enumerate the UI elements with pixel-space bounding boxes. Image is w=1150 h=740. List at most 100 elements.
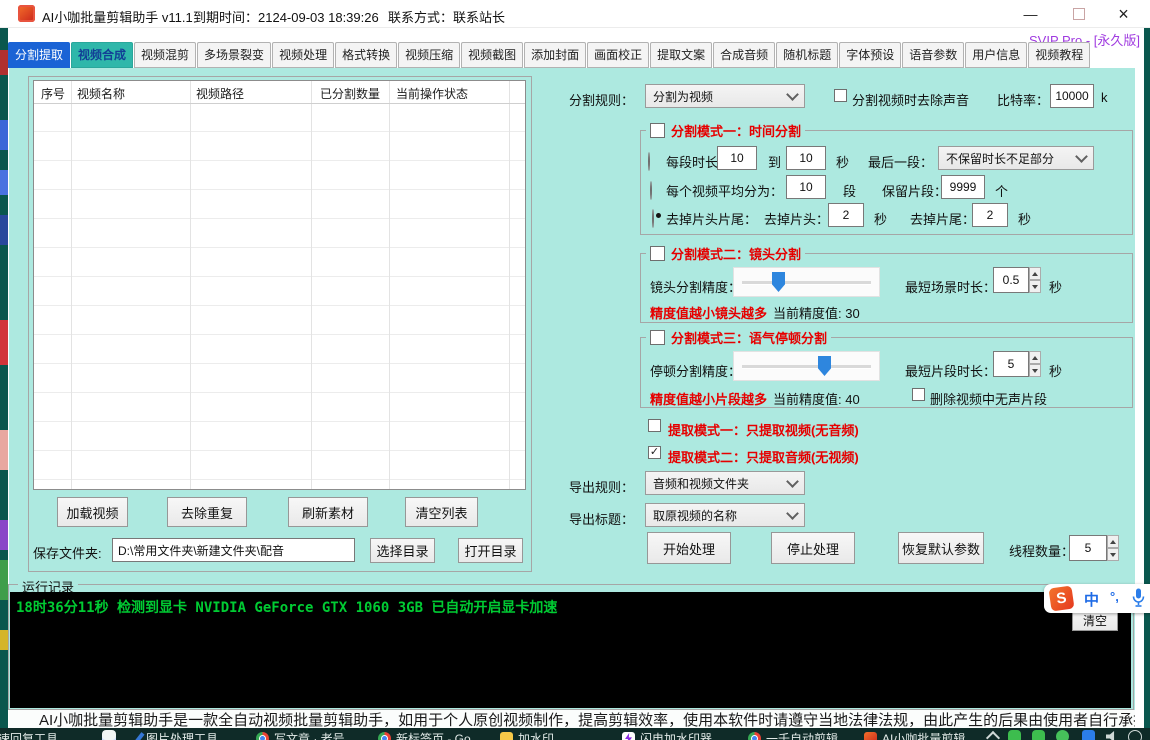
mute-checkbox[interactable]: [834, 89, 847, 102]
tab-multiscene[interactable]: 多场景裂变: [197, 42, 271, 68]
min-scene-sec: 秒: [1049, 277, 1062, 296]
slider-thumb[interactable]: [772, 272, 785, 292]
mode3-checkbox[interactable]: [650, 330, 665, 345]
expire-time: 到期时间：2124-09-03 18:39:26: [193, 7, 379, 26]
slider-track: [742, 365, 871, 369]
threads-input[interactable]: 5: [1069, 535, 1107, 561]
export-title-select[interactable]: 取原视频的名称: [645, 503, 805, 527]
tab-compose-audio[interactable]: 合成音频: [713, 42, 775, 68]
tab-add-cover[interactable]: 添加封面: [524, 42, 586, 68]
sogou-logo-icon[interactable]: S: [1049, 586, 1075, 612]
maximize-button[interactable]: [1056, 0, 1101, 28]
taskbar-item-lightning-watermark[interactable]: 闪电加水印器: [622, 730, 712, 740]
ime-punct-toggle[interactable]: °,: [1110, 589, 1119, 604]
min-clip-spin-up[interactable]: [1029, 351, 1041, 364]
tab-video-process[interactable]: 视频处理: [272, 42, 334, 68]
trim-radio[interactable]: [652, 209, 654, 228]
min-clip-spin-down[interactable]: [1029, 364, 1041, 377]
select-dir-button[interactable]: 选择目录: [370, 538, 435, 563]
min-scene-input[interactable]: 0.5: [993, 267, 1029, 293]
tab-frame-correct[interactable]: 画面校正: [587, 42, 649, 68]
taskbar-item-write-article[interactable]: 写文章 · 老号: [256, 730, 345, 740]
tab-video-compress[interactable]: 视频压缩: [398, 42, 460, 68]
taskbar-item-ai-xiaoka[interactable]: AI小咖批量剪辑: [864, 730, 965, 740]
clear-list-button[interactable]: 清空列表: [405, 497, 478, 527]
tab-split-extract[interactable]: 分割提取: [8, 42, 70, 68]
taskbar-item-image-tool[interactable]: 图片处理工具: [137, 730, 218, 740]
extract1-label: 提取模式一：只提取视频(无音频): [668, 420, 859, 439]
avg-split-radio[interactable]: [650, 181, 652, 200]
extract2-checkbox[interactable]: ✓: [648, 446, 661, 459]
microphone-icon[interactable]: [1132, 588, 1145, 613]
reset-defaults-button[interactable]: 恢复默认参数: [898, 532, 984, 564]
network-icon[interactable]: [1128, 730, 1142, 740]
export-rule-value: 音频和视频文件夹: [653, 475, 749, 492]
paw-icon[interactable]: [102, 730, 116, 740]
tray-app-icon[interactable]: [1082, 730, 1095, 740]
check-icon: ✓: [650, 447, 659, 458]
start-button[interactable]: 开始处理: [647, 532, 731, 564]
keep-count-input[interactable]: 9999: [941, 175, 985, 199]
tab-voice-params[interactable]: 语音参数: [902, 42, 964, 68]
chevron-down-icon: [786, 88, 799, 101]
col-header-count[interactable]: 已分割数量: [320, 85, 380, 102]
col-header-status[interactable]: 当前操作状态: [396, 85, 468, 102]
tab-video-compose[interactable]: 视频合成: [71, 42, 133, 68]
tab-video-snapshot[interactable]: 视频截图: [461, 42, 523, 68]
load-videos-button[interactable]: 加载视频: [57, 497, 128, 527]
taskbar-item-new-tab[interactable]: 新标签页 - Go: [378, 730, 471, 740]
volume-icon[interactable]: [1106, 730, 1119, 740]
taskbar-item-watermark[interactable]: 加水印: [500, 730, 554, 740]
taskbar-item-quick-reply[interactable]: 快速回复工具: [0, 730, 58, 740]
stop-button[interactable]: 停止处理: [771, 532, 855, 564]
tab-video-mix[interactable]: 视频混剪: [134, 42, 196, 68]
tab-extract-text[interactable]: 提取文案: [650, 42, 712, 68]
min-clip-input[interactable]: 5: [993, 351, 1029, 377]
tray-expand-icon[interactable]: [986, 731, 1000, 740]
min-scene-spin-down[interactable]: [1029, 280, 1041, 293]
seg-duration-radio[interactable]: [648, 152, 650, 171]
open-dir-button[interactable]: 打开目录: [458, 538, 523, 563]
seg-to-input[interactable]: 10: [786, 146, 826, 170]
minimize-button[interactable]: —: [1008, 0, 1053, 28]
tab-random-title[interactable]: 随机标题: [776, 42, 838, 68]
pause-precision-slider[interactable]: [733, 351, 880, 381]
save-folder-input[interactable]: D:\常用文件夹\新建文件夹\配音: [112, 538, 355, 562]
refresh-button[interactable]: 刷新素材: [288, 497, 368, 527]
mode2-checkbox[interactable]: [650, 246, 665, 261]
bitrate-input[interactable]: 10000: [1050, 84, 1094, 108]
wechat-icon[interactable]: [1056, 730, 1069, 740]
mode1-checkbox[interactable]: [650, 123, 665, 138]
close-button[interactable]: ×: [1101, 0, 1146, 28]
col-header-name[interactable]: 视频名称: [77, 85, 125, 102]
remove-silence-checkbox[interactable]: [912, 388, 925, 401]
last-seg-label: 最后一段：: [868, 152, 933, 171]
tab-user-info[interactable]: 用户信息: [965, 42, 1027, 68]
wechat-icon[interactable]: [1032, 730, 1045, 740]
scene-precision-slider[interactable]: [733, 267, 880, 297]
last-seg-select[interactable]: 不保留时长不足部分: [938, 146, 1094, 170]
ime-lang-toggle[interactable]: 中: [1084, 589, 1099, 610]
spinner-up-icon: [1110, 540, 1116, 544]
threads-spin-down[interactable]: [1107, 548, 1119, 561]
dedupe-button[interactable]: 去除重复: [167, 497, 247, 527]
col-header-path[interactable]: 视频路径: [196, 85, 244, 102]
slider-thumb[interactable]: [818, 356, 831, 376]
tab-font-preset[interactable]: 字体预设: [839, 42, 901, 68]
log-clear-button[interactable]: 清空: [1072, 610, 1118, 631]
taskbar-item-auto-edit[interactable]: 一千自动剪辑: [748, 730, 838, 740]
col-header-index[interactable]: 序号: [41, 85, 65, 102]
extract1-checkbox[interactable]: [648, 419, 661, 432]
avg-count-input[interactable]: 10: [786, 175, 826, 199]
split-rule-select[interactable]: 分割为视频: [645, 84, 805, 108]
trim-head-input[interactable]: 2: [828, 203, 864, 227]
min-scene-spin-up[interactable]: [1029, 267, 1041, 280]
tab-video-tutorial[interactable]: 视频教程: [1028, 42, 1090, 68]
seg-from-input[interactable]: 10: [717, 146, 757, 170]
trim-tail-input[interactable]: 2: [972, 203, 1008, 227]
export-rule-select[interactable]: 音频和视频文件夹: [645, 471, 805, 495]
tab-format-convert[interactable]: 格式转换: [335, 42, 397, 68]
wechat-icon[interactable]: [1008, 730, 1021, 740]
export-title-label: 导出标题：: [569, 509, 634, 528]
threads-spin-up[interactable]: [1107, 535, 1119, 548]
